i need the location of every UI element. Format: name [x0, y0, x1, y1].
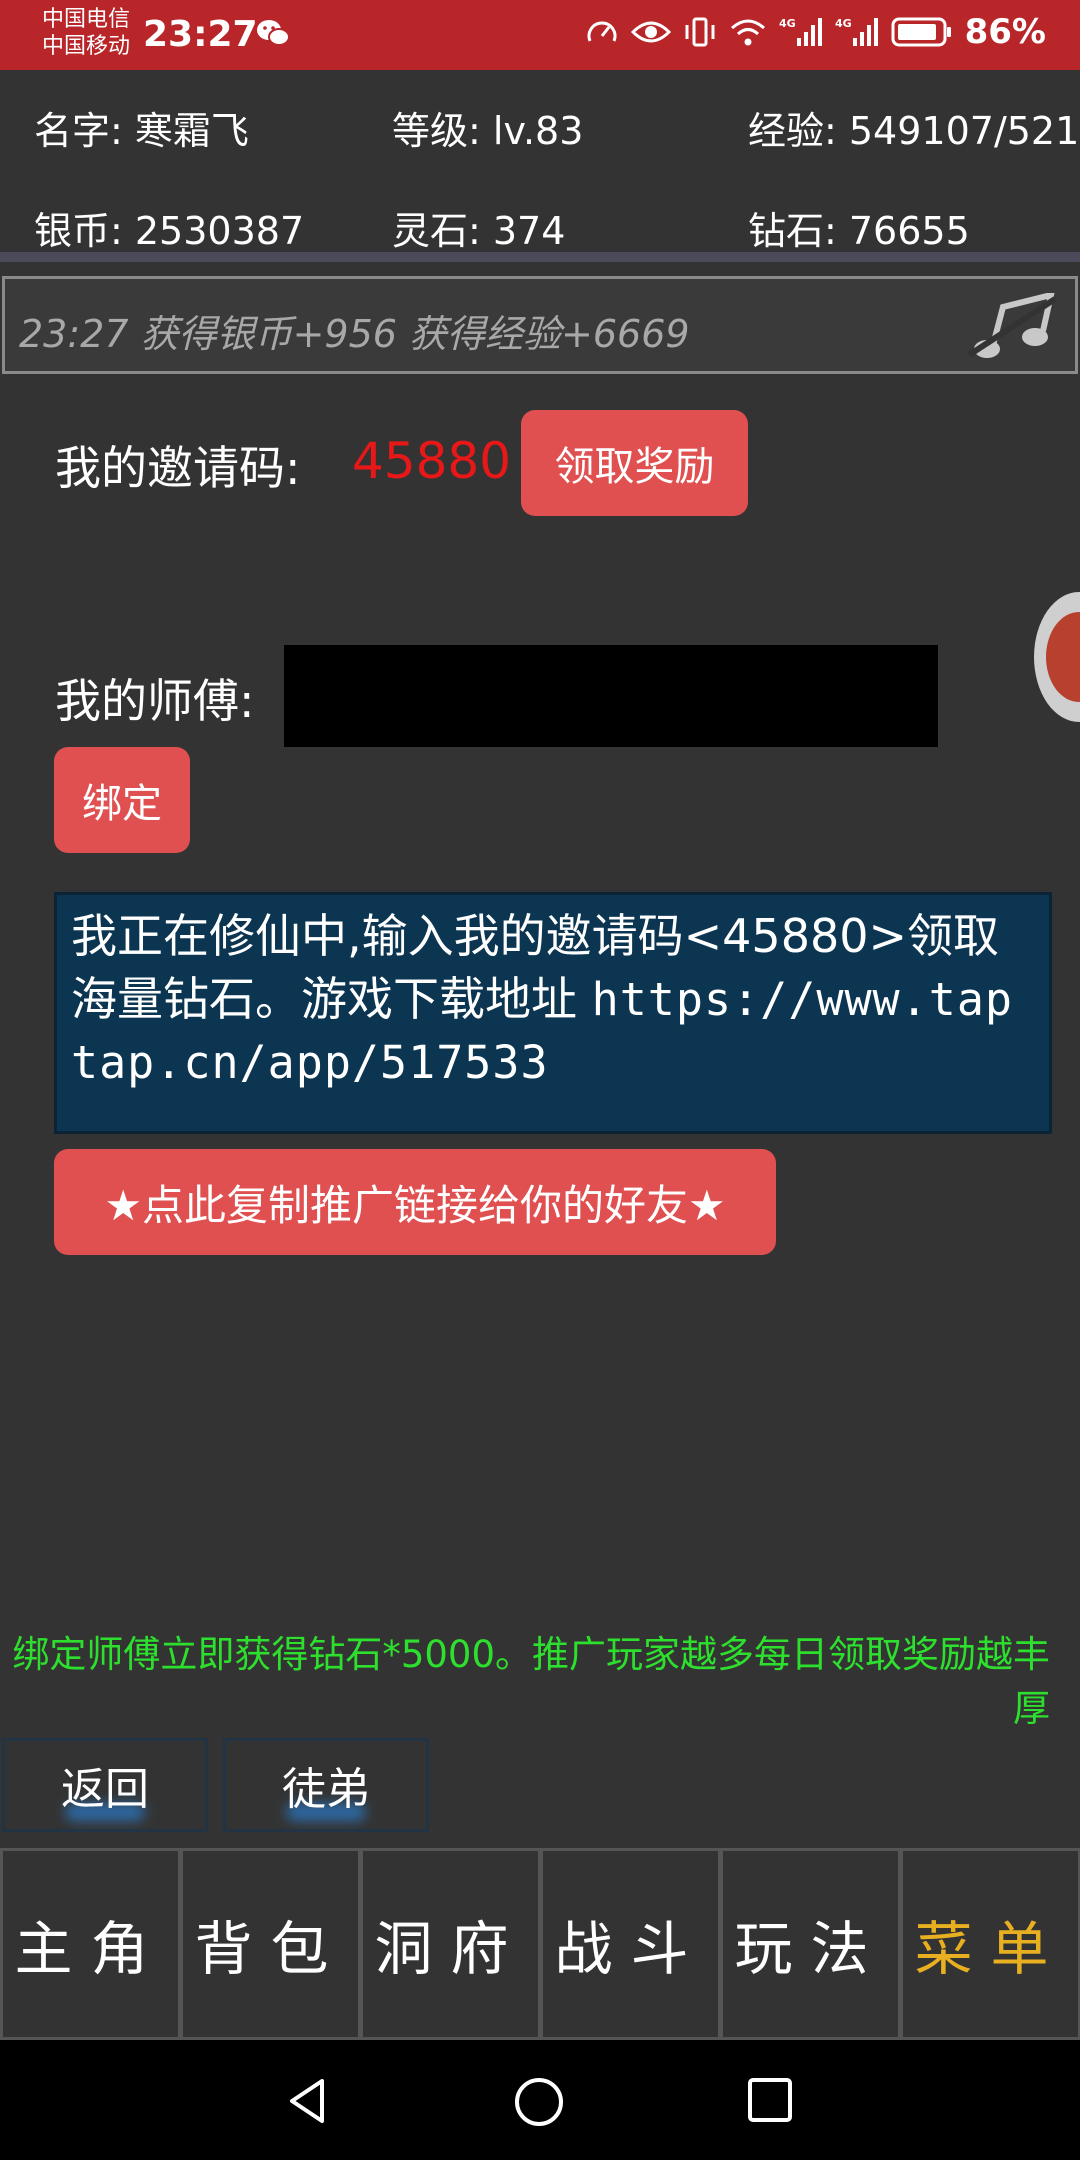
player-exp: 经验: 549107/521 — [748, 109, 1080, 153]
master-label: 我的师傅: — [55, 674, 255, 728]
player-silver: 银币: 2530387 — [34, 209, 305, 253]
vibrate-icon — [685, 17, 715, 47]
invite-code-label: 我的邀请码: — [55, 441, 301, 495]
message-text: 23:27 获得银币+956 获得经验+6669 — [19, 312, 690, 356]
disciple-button-label: 徒弟 — [282, 1764, 370, 1815]
player-name: 名字: 寒霜飞 — [34, 109, 249, 153]
bottom-nav: 主角 背包 洞府 战斗 玩法 菜单 — [0, 1848, 1080, 2040]
svg-text:4G: 4G — [835, 17, 852, 30]
eye-icon — [630, 21, 671, 43]
system-icons: 4G 4G 86% — [585, 12, 1046, 52]
share-textarea[interactable]: 我正在修仙中,输入我的邀请码<45880>领取海量钻石。游戏下载地址 https… — [54, 892, 1052, 1134]
svg-text:4G: 4G — [779, 17, 796, 30]
battery-percent: 86% — [964, 12, 1046, 52]
battery-icon — [891, 17, 951, 47]
player-diamond: 钻石: 76655 — [748, 209, 970, 253]
bind-tip-text: 绑定师傅立即获得钻石*5000。推广玩家越多每日领取奖励越丰厚 — [12, 1633, 1050, 1730]
message-bar: 23:27 获得银币+956 获得经验+6669 — [2, 276, 1078, 374]
nav-item-bag[interactable]: 背包 — [180, 1848, 360, 2040]
nav-item-hero[interactable]: 主角 — [0, 1848, 180, 2040]
nav-item-cave[interactable]: 洞府 — [360, 1848, 540, 2040]
bind-master-button[interactable]: 绑定 — [54, 747, 190, 853]
wifi-icon — [730, 19, 765, 46]
home-circle-icon[interactable] — [513, 2076, 565, 2128]
music-note-icon[interactable] — [963, 293, 1059, 363]
copy-link-button[interactable]: ★点此复制推广链接给你的好友★ — [54, 1149, 776, 1255]
game-screen: 中国电信 中国移动 23:27 4G 4G 86% 名字: 寒霜飞 等级: lv… — [0, 0, 1080, 2160]
player-info-panel: 名字: 寒霜飞 等级: lv.83 经验: 549107/521 银币: 253… — [0, 70, 1080, 262]
signal-4g-icon: 4G — [779, 17, 822, 46]
carrier-1: 中国电信 — [42, 7, 131, 32]
disciple-button[interactable]: 徒弟 — [223, 1738, 429, 1832]
master-name-redacted — [284, 645, 938, 747]
carrier-info: 中国电信 中国移动 — [42, 6, 130, 60]
speed-icon — [587, 21, 617, 42]
claim-reward-button[interactable]: 领取奖励 — [521, 410, 748, 516]
android-nav-bar — [0, 2040, 1080, 2160]
back-button[interactable]: 返回 — [2, 1738, 208, 1832]
floating-assistant-icon[interactable] — [1034, 592, 1080, 722]
signal-4g-icon: 4G — [835, 17, 878, 46]
back-triangle-icon[interactable] — [282, 2076, 332, 2126]
status-bar: 中国电信 中国移动 23:27 4G 4G 86% — [0, 0, 1080, 70]
nav-item-menu[interactable]: 菜单 — [900, 1848, 1080, 2040]
nav-item-battle[interactable]: 战斗 — [540, 1848, 720, 2040]
recents-square-icon[interactable] — [746, 2076, 794, 2124]
floating-assistant-inner — [1046, 612, 1080, 702]
player-spirit-stone: 灵石: 374 — [392, 209, 566, 253]
wechat-icon — [257, 20, 290, 46]
invite-code-value: 45880 — [352, 432, 512, 490]
status-clock: 23:27 — [143, 14, 258, 55]
player-level: 等级: lv.83 — [392, 109, 584, 153]
carrier-2: 中国移动 — [42, 34, 131, 59]
nav-item-gameplay[interactable]: 玩法 — [720, 1848, 900, 2040]
back-button-label: 返回 — [61, 1764, 149, 1815]
